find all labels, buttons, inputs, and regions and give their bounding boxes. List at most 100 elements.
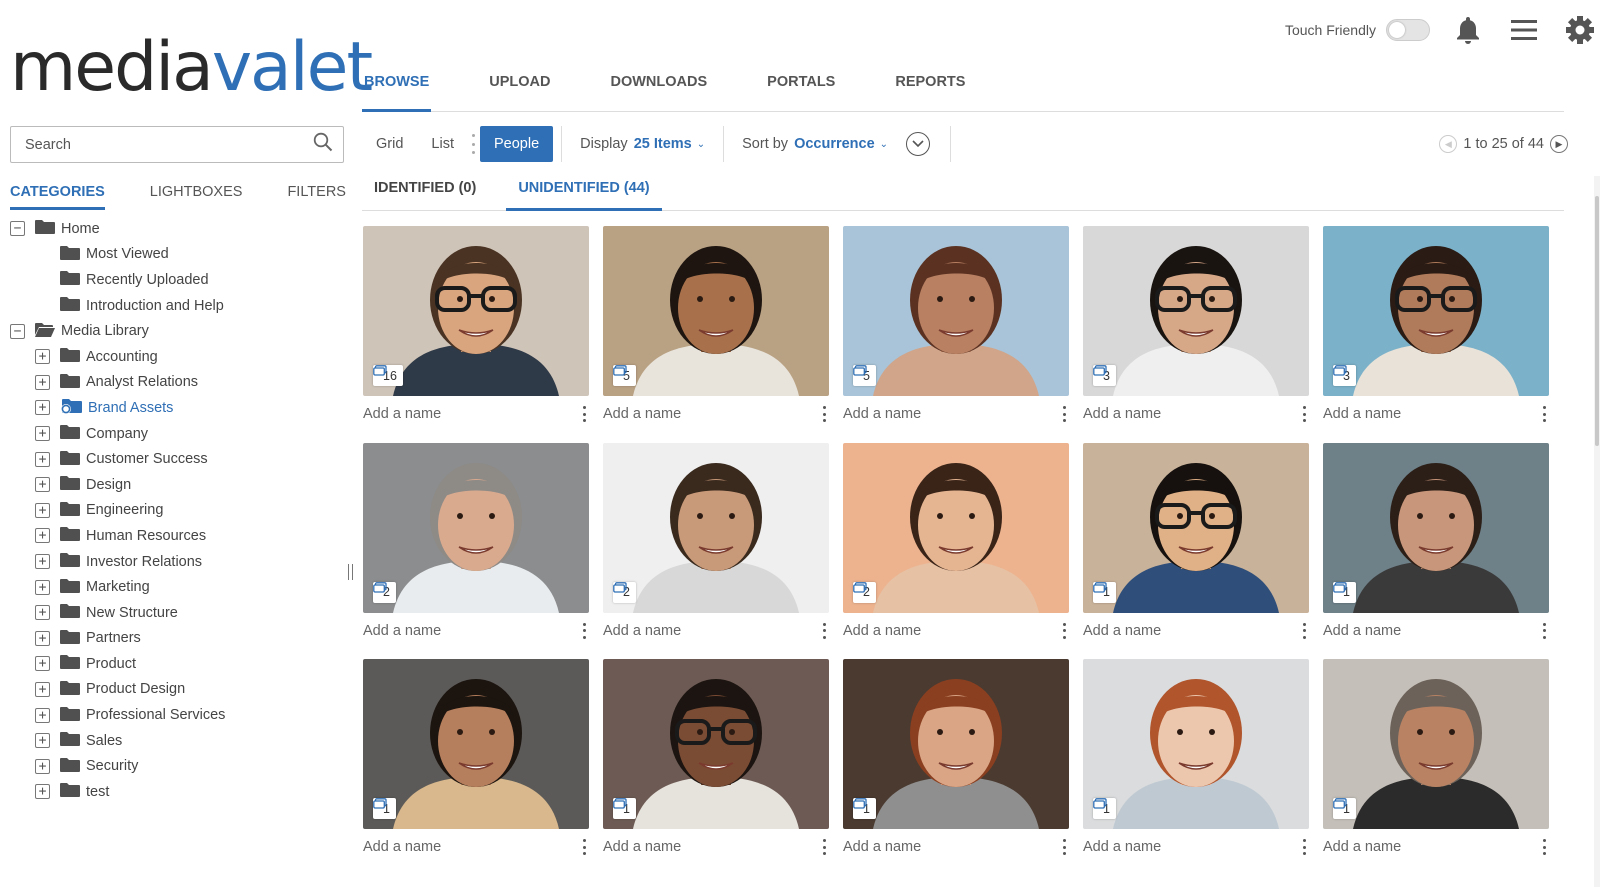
scrollbar-thumb[interactable] bbox=[1595, 196, 1599, 446]
tab-unidentified[interactable]: UNIDENTIFIED (44) bbox=[506, 174, 662, 211]
person-card[interactable]: 5 bbox=[843, 226, 1069, 443]
more-options-icon[interactable] bbox=[1539, 837, 1549, 857]
person-card[interactable]: 1 bbox=[1323, 442, 1549, 660]
person-card[interactable]: 1 bbox=[1083, 659, 1309, 876]
expand-icon[interactable]: + bbox=[35, 374, 50, 390]
tree-item[interactable]: + Marketing bbox=[10, 574, 350, 600]
tree-item[interactable]: + Accounting bbox=[10, 344, 350, 370]
person-thumbnail[interactable]: 1 bbox=[1323, 659, 1549, 829]
more-options-icon[interactable] bbox=[1299, 837, 1309, 857]
person-thumbnail[interactable]: 1 bbox=[603, 659, 829, 829]
expand-icon[interactable]: + bbox=[35, 681, 50, 697]
person-card[interactable]: 16 bbox=[363, 226, 589, 443]
tree-item[interactable]: + Product Design bbox=[10, 677, 350, 703]
person-card[interactable]: 3 bbox=[1323, 226, 1549, 443]
expand-icon[interactable]: + bbox=[35, 528, 50, 544]
person-name-input[interactable] bbox=[363, 622, 553, 639]
person-thumbnail[interactable]: 1 bbox=[1083, 659, 1309, 829]
gear-icon[interactable] bbox=[1564, 14, 1596, 46]
person-card[interactable]: 1 bbox=[1083, 442, 1309, 660]
nav-portals[interactable]: PORTALS bbox=[765, 66, 837, 112]
tree-item[interactable]: + Professional Services bbox=[10, 702, 350, 728]
more-options-icon[interactable] bbox=[1299, 404, 1309, 424]
person-card[interactable]: 1 bbox=[843, 659, 1069, 876]
person-thumbnail[interactable]: 1 bbox=[363, 659, 589, 829]
more-options-icon[interactable] bbox=[1539, 621, 1549, 641]
tree-item[interactable]: + Company bbox=[10, 421, 350, 447]
expand-icon[interactable]: + bbox=[35, 733, 50, 749]
nav-reports[interactable]: REPORTS bbox=[893, 66, 967, 112]
expand-icon[interactable]: + bbox=[35, 579, 50, 595]
next-page-icon[interactable]: ▶ bbox=[1550, 135, 1568, 153]
person-thumbnail[interactable]: 2 bbox=[363, 442, 589, 613]
hamburger-menu-icon[interactable] bbox=[1508, 14, 1540, 46]
person-name-input[interactable] bbox=[1083, 622, 1273, 639]
nav-downloads[interactable]: DOWNLOADS bbox=[608, 66, 709, 112]
person-name-input[interactable] bbox=[1083, 406, 1273, 422]
person-name-input[interactable] bbox=[363, 839, 553, 855]
person-thumbnail[interactable]: 5 bbox=[603, 226, 829, 396]
more-options-icon[interactable] bbox=[1059, 621, 1069, 641]
more-options-icon[interactable] bbox=[1539, 404, 1549, 424]
chevron-down-icon[interactable]: ⌄ bbox=[880, 139, 888, 150]
tree-item[interactable]: + Engineering bbox=[10, 498, 350, 524]
person-name-input[interactable] bbox=[603, 406, 793, 422]
expand-icon[interactable]: + bbox=[35, 349, 50, 365]
person-thumbnail[interactable]: 3 bbox=[1083, 226, 1309, 396]
nav-browse[interactable]: BROWSE bbox=[362, 66, 432, 112]
tree-item[interactable]: + New Structure bbox=[10, 600, 350, 626]
expand-icon[interactable]: + bbox=[35, 554, 50, 570]
collapse-icon[interactable]: − bbox=[10, 323, 25, 339]
person-name-input[interactable] bbox=[1323, 839, 1513, 855]
expand-icon[interactable]: + bbox=[35, 707, 50, 723]
tree-item[interactable]: − Media Library bbox=[10, 318, 350, 344]
tree-item[interactable]: + Analyst Relations bbox=[10, 370, 350, 396]
expand-icon[interactable]: + bbox=[35, 605, 50, 621]
tree-item[interactable]: Introduction and Help bbox=[10, 293, 350, 319]
chevron-down-icon[interactable]: ⌄ bbox=[697, 139, 705, 150]
tree-item[interactable]: Recently Uploaded bbox=[10, 267, 350, 293]
tree-item[interactable]: − Home bbox=[10, 216, 350, 242]
more-options-icon[interactable] bbox=[1059, 837, 1069, 857]
more-options-icon[interactable] bbox=[579, 404, 589, 424]
person-name-input[interactable] bbox=[603, 839, 793, 855]
person-card[interactable]: 2 bbox=[363, 442, 589, 660]
tree-item[interactable]: + Partners bbox=[10, 626, 350, 652]
sidebar-resize-handle[interactable] bbox=[348, 564, 353, 580]
person-thumbnail[interactable]: 1 bbox=[1083, 442, 1309, 613]
tab-filters[interactable]: FILTERS bbox=[287, 178, 346, 210]
tree-item[interactable]: + Human Resources bbox=[10, 523, 350, 549]
more-options-icon[interactable] bbox=[1059, 404, 1069, 424]
tree-item[interactable]: Most Viewed bbox=[10, 242, 350, 268]
tree-item[interactable]: + Product bbox=[10, 651, 350, 677]
tree-item[interactable]: + Brand Assets bbox=[10, 395, 350, 421]
more-options-icon[interactable] bbox=[1299, 621, 1309, 641]
expand-icon[interactable]: + bbox=[35, 400, 50, 416]
tree-item[interactable]: + test bbox=[10, 779, 350, 805]
person-thumbnail[interactable]: 16 bbox=[363, 226, 589, 396]
more-options-icon[interactable] bbox=[819, 404, 829, 424]
expand-icon[interactable]: + bbox=[35, 451, 50, 467]
tree-item[interactable]: + Sales bbox=[10, 728, 350, 754]
person-name-input[interactable] bbox=[1083, 839, 1273, 855]
bell-icon[interactable] bbox=[1452, 14, 1484, 46]
expand-icon[interactable]: + bbox=[35, 630, 50, 646]
person-name-input[interactable] bbox=[603, 622, 793, 639]
more-options-icon[interactable] bbox=[819, 621, 829, 641]
person-card[interactable]: 5 bbox=[603, 226, 829, 443]
tree-item[interactable]: + Customer Success bbox=[10, 446, 350, 472]
sort-dropdown[interactable]: Occurrence bbox=[794, 136, 875, 152]
previous-page-icon[interactable]: ◀ bbox=[1439, 135, 1458, 153]
view-list-button[interactable]: List bbox=[417, 126, 468, 162]
person-name-input[interactable] bbox=[1323, 622, 1513, 639]
person-card[interactable]: 2 bbox=[843, 442, 1069, 660]
person-thumbnail[interactable]: 2 bbox=[843, 442, 1069, 613]
search-icon[interactable] bbox=[313, 132, 333, 157]
scrollbar[interactable] bbox=[1594, 176, 1600, 887]
expand-icon[interactable]: + bbox=[35, 784, 50, 800]
tree-item[interactable]: + Investor Relations bbox=[10, 549, 350, 575]
person-name-input[interactable] bbox=[843, 406, 1033, 422]
expand-icon[interactable]: + bbox=[35, 477, 50, 493]
tab-identified[interactable]: IDENTIFIED (0) bbox=[362, 174, 488, 211]
more-options-icon[interactable] bbox=[579, 837, 589, 857]
